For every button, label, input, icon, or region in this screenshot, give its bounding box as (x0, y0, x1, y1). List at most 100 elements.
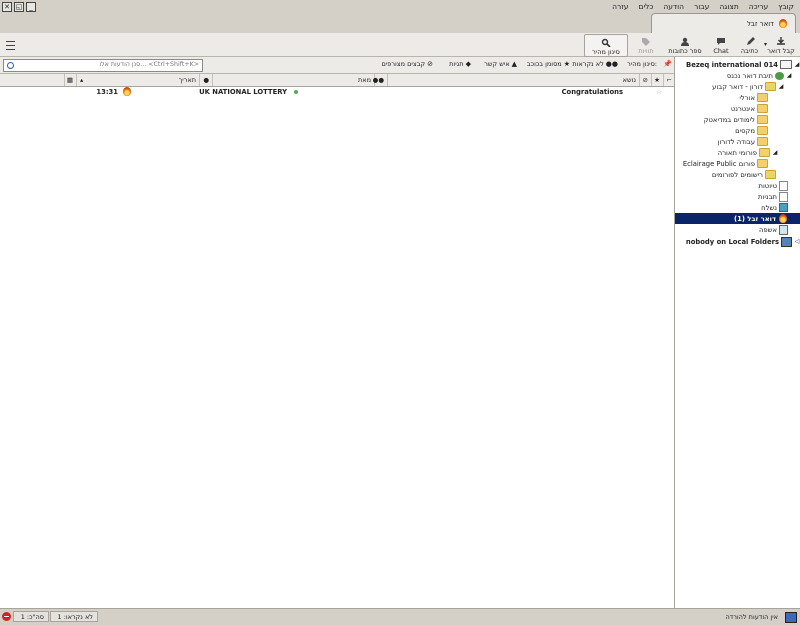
close-window-button[interactable]: ✕ (2, 2, 12, 12)
templates-icon (779, 191, 788, 202)
address-book-button[interactable]: ספר כתובות (665, 34, 705, 55)
contact-icon: ▲ (511, 60, 517, 68)
quick-filter-bar: 📌 סינון מהיר: ●● לא נקראות ★ מסומן בכוכב… (0, 57, 675, 74)
total-count: סה"כ: 1 (13, 611, 49, 622)
star-column[interactable]: ★ (651, 74, 663, 86)
folder-doron[interactable]: ◢ דורון - דואר קבוע (712, 81, 784, 92)
account-bezeq[interactable]: ◢ Bezeq international 014 (686, 59, 800, 70)
search-icon (7, 62, 14, 69)
menu-file[interactable]: קובץ (778, 2, 794, 11)
quick-filter-label: סינון מהיר: (627, 60, 657, 68)
app-menu-icon[interactable] (6, 41, 15, 50)
minimize-window-button[interactable]: _ (26, 2, 36, 12)
write-button[interactable]: כתיבה (737, 34, 762, 55)
folder-junk[interactable]: דואר זבל (1) (675, 213, 800, 224)
filter-search-input[interactable]: סנן הודעות אלו... <Ctrl+Shift+K> (3, 59, 203, 72)
from-column[interactable]: מאת (212, 74, 374, 86)
junk-status-column[interactable]: ● (199, 74, 212, 86)
tab-junk[interactable]: דואר זבל (651, 13, 796, 33)
offline-status-icon[interactable] (2, 612, 11, 621)
expand-icon[interactable]: ◁ (794, 238, 800, 245)
folder-icon (757, 93, 768, 102)
quick-filter-button[interactable]: סינון מהיר (584, 34, 628, 57)
folder-inbox[interactable]: ◢ תיבת דואר נכנס (727, 70, 792, 81)
read-status-column[interactable]: ●● (373, 74, 387, 86)
mail-account-icon (780, 60, 792, 69)
filter-tags-button[interactable]: ◆ תגיות (449, 60, 471, 68)
message-date: 13:31 (96, 88, 118, 96)
window-controls: ✕ ◱ _ (2, 2, 36, 12)
tag-icon (642, 38, 650, 46)
thread-column-header: ⌐ ★ ⊘ נושא ●● מאת ● תאריך ▴ ▦ (0, 74, 675, 87)
filter-unread-button[interactable]: ●● לא נקראות (572, 60, 618, 68)
folder-registrations[interactable]: רישומים לפורומים (712, 169, 778, 180)
status-bar: אין הודעות להורדה לא נקראו: 1 סה"כ: 1 (0, 608, 800, 625)
folder-trash[interactable]: אשפה (759, 224, 790, 235)
folder-icon (765, 170, 776, 179)
folder-templates[interactable]: תבניות (758, 191, 790, 202)
filter-starred-button[interactable]: ★ מסומן בכוכב (527, 60, 570, 68)
status-message: אין הודעות להורדה (725, 612, 778, 621)
collapse-icon[interactable]: ◢ (794, 61, 800, 68)
sticky-filter-toggle[interactable]: 📌 (663, 60, 672, 68)
drafts-icon (779, 180, 788, 191)
column-picker-icon[interactable]: ▦ (64, 74, 76, 86)
trash-icon (779, 224, 788, 235)
collapse-icon[interactable]: ◢ (786, 72, 792, 79)
folder-internet[interactable]: אינטרנט (731, 103, 770, 114)
sent-icon (779, 203, 788, 212)
unread-icon: ●● (605, 60, 618, 68)
folder-eclairage[interactable]: Eclairage Public פורום (683, 158, 770, 169)
subject-column[interactable]: נושא (387, 74, 639, 86)
download-icon (777, 37, 785, 45)
chat-button[interactable]: Chat (710, 34, 732, 55)
junk-folder-icon (779, 19, 787, 28)
date-column[interactable]: תאריך ▴ (76, 74, 199, 86)
menu-edit[interactable]: עריכה (749, 2, 768, 11)
get-mail-dropdown-icon[interactable]: ▾ (764, 41, 767, 48)
chat-bubble-icon (717, 38, 725, 45)
table-row[interactable]: ☆ Congratulations UK NATIONAL LOTTERY 13… (0, 87, 675, 97)
folder-icon (765, 82, 776, 91)
junk-flame-icon[interactable] (123, 87, 131, 96)
folder-icon (757, 159, 768, 168)
inbox-icon (775, 71, 784, 80)
folder-drafts[interactable]: טיוטות (758, 180, 790, 191)
menu-help[interactable]: עזרה (612, 2, 628, 11)
tag-icon: ◆ (465, 60, 471, 68)
message-from: UK NATIONAL LOTTERY (199, 88, 287, 96)
folder-orli[interactable]: אורלי (739, 92, 770, 103)
folder-forums[interactable]: ◢ פורומי תאורה (718, 147, 778, 158)
menu-message[interactable]: הודעה (663, 2, 684, 11)
folder-studies[interactable]: לימודים במדיאטק (704, 114, 770, 125)
unread-count: לא נקראו: 1 (50, 611, 98, 622)
filter-attachments-button[interactable]: ⊘ קבצים מצורפים (382, 60, 433, 68)
folder-sent[interactable]: נשלח (761, 202, 790, 213)
menu-tools[interactable]: כלים (639, 2, 654, 11)
message-subject: Congratulations (561, 88, 623, 96)
activity-manager-icon[interactable] (785, 612, 797, 623)
tab-strip: דואר זבל ˇ (0, 13, 800, 41)
folder-work[interactable]: עבודה לדורון (718, 136, 770, 147)
folder-icon (757, 137, 768, 146)
menubar: קובץ עריכה תצוגה עבור הודעה כלים עזרה (612, 0, 800, 13)
attachment-column[interactable]: ⊘ (639, 74, 651, 86)
star-toggle-icon[interactable]: ☆ (656, 88, 662, 96)
filter-contact-button[interactable]: ▲ איש קשר (484, 60, 517, 68)
magnifier-icon (601, 38, 611, 47)
collapse-icon[interactable]: ◢ (778, 83, 784, 90)
get-mail-button[interactable]: קבל דואר (766, 34, 796, 55)
tags-button[interactable]: תוויות (632, 34, 660, 55)
tab-label: דואר זבל (746, 19, 774, 28)
menu-view[interactable]: תצוגה (719, 2, 738, 11)
folder-maxim[interactable]: מקסים (735, 125, 770, 136)
restore-window-button[interactable]: ◱ (14, 2, 24, 12)
pin-icon: 📌 (663, 60, 672, 68)
folder-icon (757, 104, 768, 113)
menu-go[interactable]: עבור (694, 2, 709, 11)
unread-dot-icon[interactable] (294, 90, 298, 94)
junk-folder-icon (779, 214, 787, 223)
folder-pane: ◢ Bezeq international 014 ◢ תיבת דואר נכ… (674, 57, 800, 609)
collapse-icon[interactable]: ◢ (772, 149, 778, 156)
account-local-folders[interactable]: ◁ nobody on Local Folders (686, 236, 800, 247)
